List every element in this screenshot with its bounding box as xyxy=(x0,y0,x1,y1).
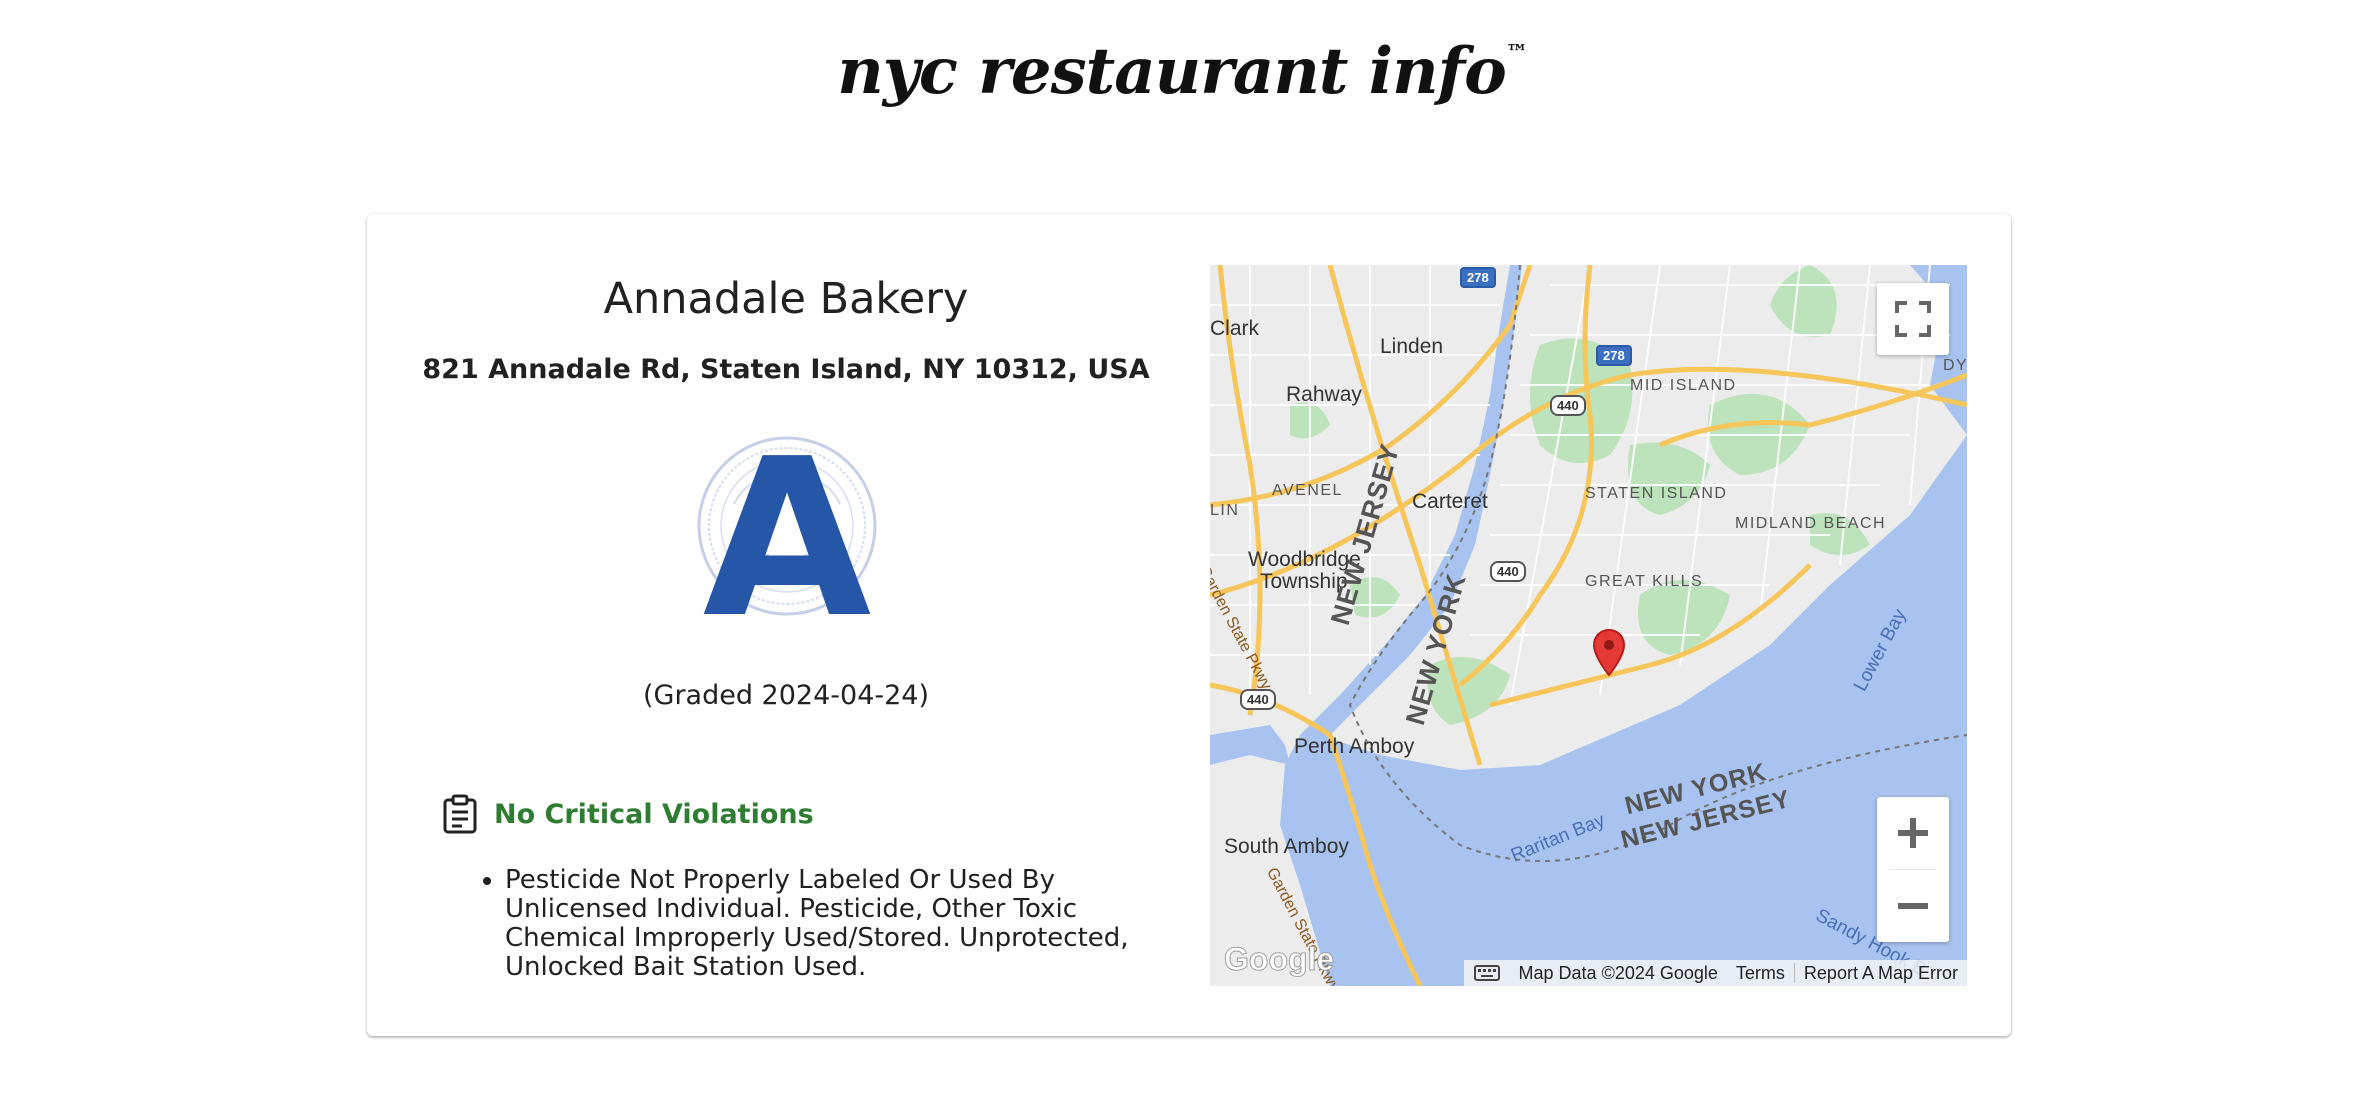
map-label-staten-island: STATEN ISLAND xyxy=(1585,485,1728,502)
map-data-text: Map Data ©2024 Google xyxy=(1518,962,1718,983)
map-label-great-kills: GREAT KILLS xyxy=(1585,573,1704,590)
route-shield-440-c: 440 xyxy=(1240,689,1276,710)
map-label-lin: LIN xyxy=(1210,502,1240,519)
map-label-midland-beach: MIDLAND BEACH xyxy=(1735,515,1887,532)
zoom-control xyxy=(1877,797,1949,942)
google-logo[interactable]: Google xyxy=(1223,941,1334,978)
map-label-linden: Linden xyxy=(1380,335,1444,358)
fullscreen-icon xyxy=(1895,301,1931,337)
map-pin-icon[interactable] xyxy=(1592,629,1626,677)
route-shield-278-top: 278 xyxy=(1460,267,1496,288)
restaurant-info: Annadale Bakery 821 Annadale Rd, Staten … xyxy=(367,214,1205,1036)
route-shield-440-b: 440 xyxy=(1490,561,1526,582)
grade-letter: A xyxy=(703,434,872,624)
map-label-mid-island: MID ISLAND xyxy=(1630,377,1737,394)
violation-list: Pesticide Not Properly Labeled Or Used B… xyxy=(475,866,1185,982)
zoom-out-button[interactable] xyxy=(1877,870,1949,942)
restaurant-name: Annadale Bakery xyxy=(603,274,969,324)
route-shield-440-a: 440 xyxy=(1550,395,1586,416)
fullscreen-button[interactable] xyxy=(1877,283,1949,355)
zoom-in-button[interactable] xyxy=(1877,797,1949,869)
minus-icon xyxy=(1898,903,1928,909)
grade-a-badge: A xyxy=(697,434,877,624)
keyboard-icon[interactable] xyxy=(1473,965,1500,981)
terms-link[interactable]: Terms xyxy=(1727,963,1794,984)
violations-header: No Critical Violations xyxy=(442,792,814,836)
map-label-rahway: Rahway xyxy=(1286,383,1362,406)
report-map-error-link[interactable]: Report A Map Error xyxy=(1795,963,1967,984)
map-label-avenel: AVENEL xyxy=(1272,482,1343,499)
no-critical-violations-label: No Critical Violations xyxy=(494,798,814,830)
map-label-perth-amboy: Perth Amboy xyxy=(1294,735,1415,758)
restaurant-address: 821 Annadale Rd, Staten Island, NY 10312… xyxy=(422,354,1150,385)
map-label-clark: Clark xyxy=(1210,317,1260,340)
restaurant-card: Annadale Bakery 821 Annadale Rd, Staten … xyxy=(367,214,2011,1036)
graded-date: (Graded 2024-04-24) xyxy=(642,680,930,711)
map-label-dyk: DYK xyxy=(1943,357,1967,374)
site-title-text: nyc restaurant info xyxy=(837,34,1507,109)
route-shield-278-right: 278 xyxy=(1596,345,1632,366)
trademark: ™ xyxy=(1505,40,1528,66)
violation-item: Pesticide Not Properly Labeled Or Used B… xyxy=(505,866,1185,982)
clipboard-icon xyxy=(443,794,477,834)
map[interactable]: Clark Linden Rahway AVENEL Carteret LIN … xyxy=(1210,265,1967,986)
plus-icon xyxy=(1898,818,1928,848)
map-label-south-amboy: South Amboy xyxy=(1224,835,1349,858)
map-attribution: Map Data ©2024 Google Terms Report A Map… xyxy=(1463,960,1967,986)
map-label-carteret: Carteret xyxy=(1412,490,1488,513)
map-base xyxy=(1210,265,1967,986)
site-title: nyc restaurant info™ xyxy=(0,34,2364,109)
